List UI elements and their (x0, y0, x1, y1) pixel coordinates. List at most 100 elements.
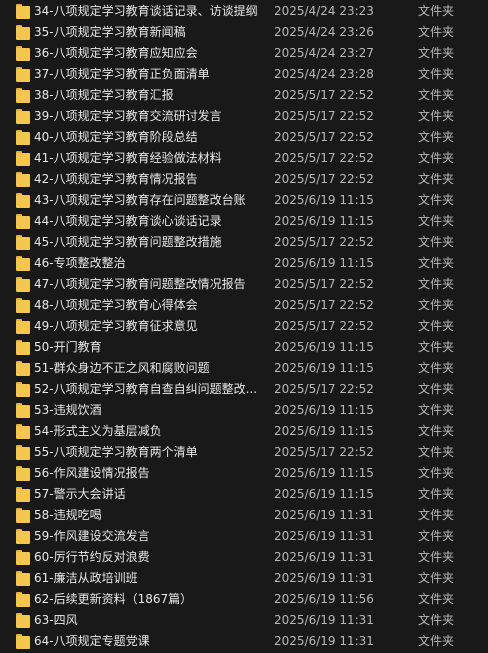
file-row[interactable]: 59-作风建设交流发言 2025/6/19 11:31 文件夹 (0, 526, 488, 547)
file-modified-date: 2025/5/17 22:52 (274, 319, 374, 333)
file-type: 文件夹 (418, 613, 455, 627)
file-type: 文件夹 (418, 109, 455, 123)
folder-icon (16, 382, 30, 397)
file-modified-date: 2025/4/24 23:27 (274, 46, 374, 60)
folder-icon (16, 256, 30, 271)
file-name: 45-八项规定学习教育问题整改措施 (34, 235, 222, 249)
folder-icon (16, 592, 30, 607)
file-modified-date: 2025/6/19 11:15 (274, 487, 374, 501)
file-modified-date: 2025/6/19 11:15 (274, 361, 374, 375)
file-name: 41-八项规定学习教育经验做法材料 (34, 151, 222, 165)
file-name: 61-廉洁从政培训班 (34, 571, 138, 585)
file-name: 40-八项规定学习教育阶段总结 (34, 130, 198, 144)
file-row[interactable]: 60-厉行节约反对浪费 2025/6/19 11:31 文件夹 (0, 547, 488, 568)
file-type: 文件夹 (418, 277, 455, 291)
file-row[interactable]: 39-八项规定学习教育交流研讨发言 2025/5/17 22:52 文件夹 (0, 106, 488, 127)
folder-icon (16, 214, 30, 229)
file-name: 47-八项规定学习教育问题整改情况报告 (34, 277, 246, 291)
folder-icon (16, 319, 30, 334)
file-type: 文件夹 (418, 319, 455, 333)
file-modified-date: 2025/5/17 22:52 (274, 151, 374, 165)
file-row[interactable]: 64-八项规定专题党课 2025/6/19 11:31 文件夹 (0, 631, 488, 652)
file-name: 49-八项规定学习教育征求意见 (34, 319, 198, 333)
file-type: 文件夹 (418, 403, 455, 417)
folder-icon (16, 445, 30, 460)
file-name: 54-形式主义为基层减负 (34, 424, 162, 438)
file-row[interactable]: 50-开门教育 2025/6/19 11:15 文件夹 (0, 337, 488, 358)
file-modified-date: 2025/6/19 11:15 (274, 340, 374, 354)
file-modified-date: 2025/5/17 22:52 (274, 382, 374, 396)
folder-icon (16, 487, 30, 502)
folder-icon (16, 46, 30, 61)
file-type: 文件夹 (418, 445, 455, 459)
file-modified-date: 2025/6/19 11:56 (274, 592, 374, 606)
folder-icon (16, 403, 30, 418)
file-row[interactable]: 36-八项规定学习教育应知应会 2025/4/24 23:27 文件夹 (0, 43, 488, 64)
file-name: 39-八项规定学习教育交流研讨发言 (34, 109, 222, 123)
file-type: 文件夹 (418, 193, 455, 207)
file-type: 文件夹 (418, 256, 455, 270)
file-row[interactable]: 58-违规吃喝 2025/6/19 11:31 文件夹 (0, 505, 488, 526)
file-row[interactable]: 46-专项整改整治 2025/6/19 11:15 文件夹 (0, 253, 488, 274)
file-modified-date: 2025/6/19 11:15 (274, 424, 374, 438)
file-row[interactable]: 44-八项规定学习教育谈心谈话记录 2025/6/19 11:15 文件夹 (0, 211, 488, 232)
file-type: 文件夹 (418, 340, 455, 354)
file-row[interactable]: 41-八项规定学习教育经验做法材料 2025/5/17 22:52 文件夹 (0, 148, 488, 169)
file-row[interactable]: 48-八项规定学习教育心得体会 2025/5/17 22:52 文件夹 (0, 295, 488, 316)
file-type: 文件夹 (418, 88, 455, 102)
file-row[interactable]: 35-八项规定学习教育新闻稿 2025/4/24 23:26 文件夹 (0, 22, 488, 43)
file-type: 文件夹 (418, 172, 455, 186)
file-name: 36-八项规定学习教育应知应会 (34, 46, 198, 60)
file-type: 文件夹 (418, 550, 455, 564)
file-row[interactable]: 52-八项规定学习教育自查自纠问题整改... 2025/5/17 22:52 文件夹 (0, 379, 488, 400)
file-row[interactable]: 57-警示大会讲话 2025/6/19 11:15 文件夹 (0, 484, 488, 505)
folder-icon (16, 4, 30, 19)
file-modified-date: 2025/5/17 22:52 (274, 88, 374, 102)
file-row[interactable]: 49-八项规定学习教育征求意见 2025/5/17 22:52 文件夹 (0, 316, 488, 337)
file-type: 文件夹 (418, 487, 455, 501)
file-row[interactable]: 54-形式主义为基层减负 2025/6/19 11:15 文件夹 (0, 421, 488, 442)
file-name: 42-八项规定学习教育情况报告 (34, 172, 198, 186)
file-row[interactable]: 53-违规饮酒 2025/6/19 11:15 文件夹 (0, 400, 488, 421)
file-name: 37-八项规定学习教育正负面清单 (34, 67, 210, 81)
file-row[interactable]: 62-后续更新资料（1867篇） 2025/6/19 11:56 文件夹 (0, 589, 488, 610)
file-row[interactable]: 45-八项规定学习教育问题整改措施 2025/5/17 22:52 文件夹 (0, 232, 488, 253)
file-modified-date: 2025/6/19 11:31 (274, 508, 374, 522)
folder-icon (16, 130, 30, 145)
folder-icon (16, 67, 30, 82)
folder-icon (16, 361, 30, 376)
file-name: 50-开门教育 (34, 340, 102, 354)
file-row[interactable]: 47-八项规定学习教育问题整改情况报告 2025/5/17 22:52 文件夹 (0, 274, 488, 295)
folder-icon (16, 550, 30, 565)
file-name: 57-警示大会讲话 (34, 487, 126, 501)
file-row[interactable]: 37-八项规定学习教育正负面清单 2025/4/24 23:28 文件夹 (0, 64, 488, 85)
folder-icon (16, 151, 30, 166)
file-modified-date: 2025/6/19 11:15 (274, 214, 374, 228)
file-row[interactable]: 38-八项规定学习教育汇报 2025/5/17 22:52 文件夹 (0, 85, 488, 106)
file-name: 35-八项规定学习教育新闻稿 (34, 25, 186, 39)
file-name: 46-专项整改整治 (34, 256, 126, 270)
file-name: 48-八项规定学习教育心得体会 (34, 298, 198, 312)
file-modified-date: 2025/5/17 22:52 (274, 445, 374, 459)
file-row[interactable]: 51-群众身边不正之风和腐败问题 2025/6/19 11:15 文件夹 (0, 358, 488, 379)
file-type: 文件夹 (418, 67, 455, 81)
folder-icon (16, 508, 30, 523)
folder-icon (16, 340, 30, 355)
file-name: 51-群众身边不正之风和腐败问题 (34, 361, 210, 375)
file-modified-date: 2025/6/19 11:31 (274, 613, 374, 627)
file-row[interactable]: 42-八项规定学习教育情况报告 2025/5/17 22:52 文件夹 (0, 169, 488, 190)
file-row[interactable]: 63-四风 2025/6/19 11:31 文件夹 (0, 610, 488, 631)
file-name: 63-四风 (34, 613, 78, 627)
file-name: 44-八项规定学习教育谈心谈话记录 (34, 214, 222, 228)
file-list: 34-八项规定学习教育谈话记录、访谈提纲 2025/4/24 23:23 文件夹 35… (0, 0, 488, 653)
file-row[interactable]: 34-八项规定学习教育谈话记录、访谈提纲 2025/4/24 23:23 文件夹 (0, 1, 488, 22)
file-row[interactable]: 55-八项规定学习教育两个清单 2025/5/17 22:52 文件夹 (0, 442, 488, 463)
file-row[interactable]: 40-八项规定学习教育阶段总结 2025/5/17 22:52 文件夹 (0, 127, 488, 148)
file-name: 43-八项规定学习教育存在问题整改台账 (34, 193, 246, 207)
folder-icon (16, 613, 30, 628)
file-row[interactable]: 61-廉洁从政培训班 2025/6/19 11:31 文件夹 (0, 568, 488, 589)
file-row[interactable]: 56-作风建设情况报告 2025/6/19 11:15 文件夹 (0, 463, 488, 484)
file-name: 59-作风建设交流发言 (34, 529, 150, 543)
file-row[interactable]: 43-八项规定学习教育存在问题整改台账 2025/6/19 11:15 文件夹 (0, 190, 488, 211)
folder-icon (16, 277, 30, 292)
